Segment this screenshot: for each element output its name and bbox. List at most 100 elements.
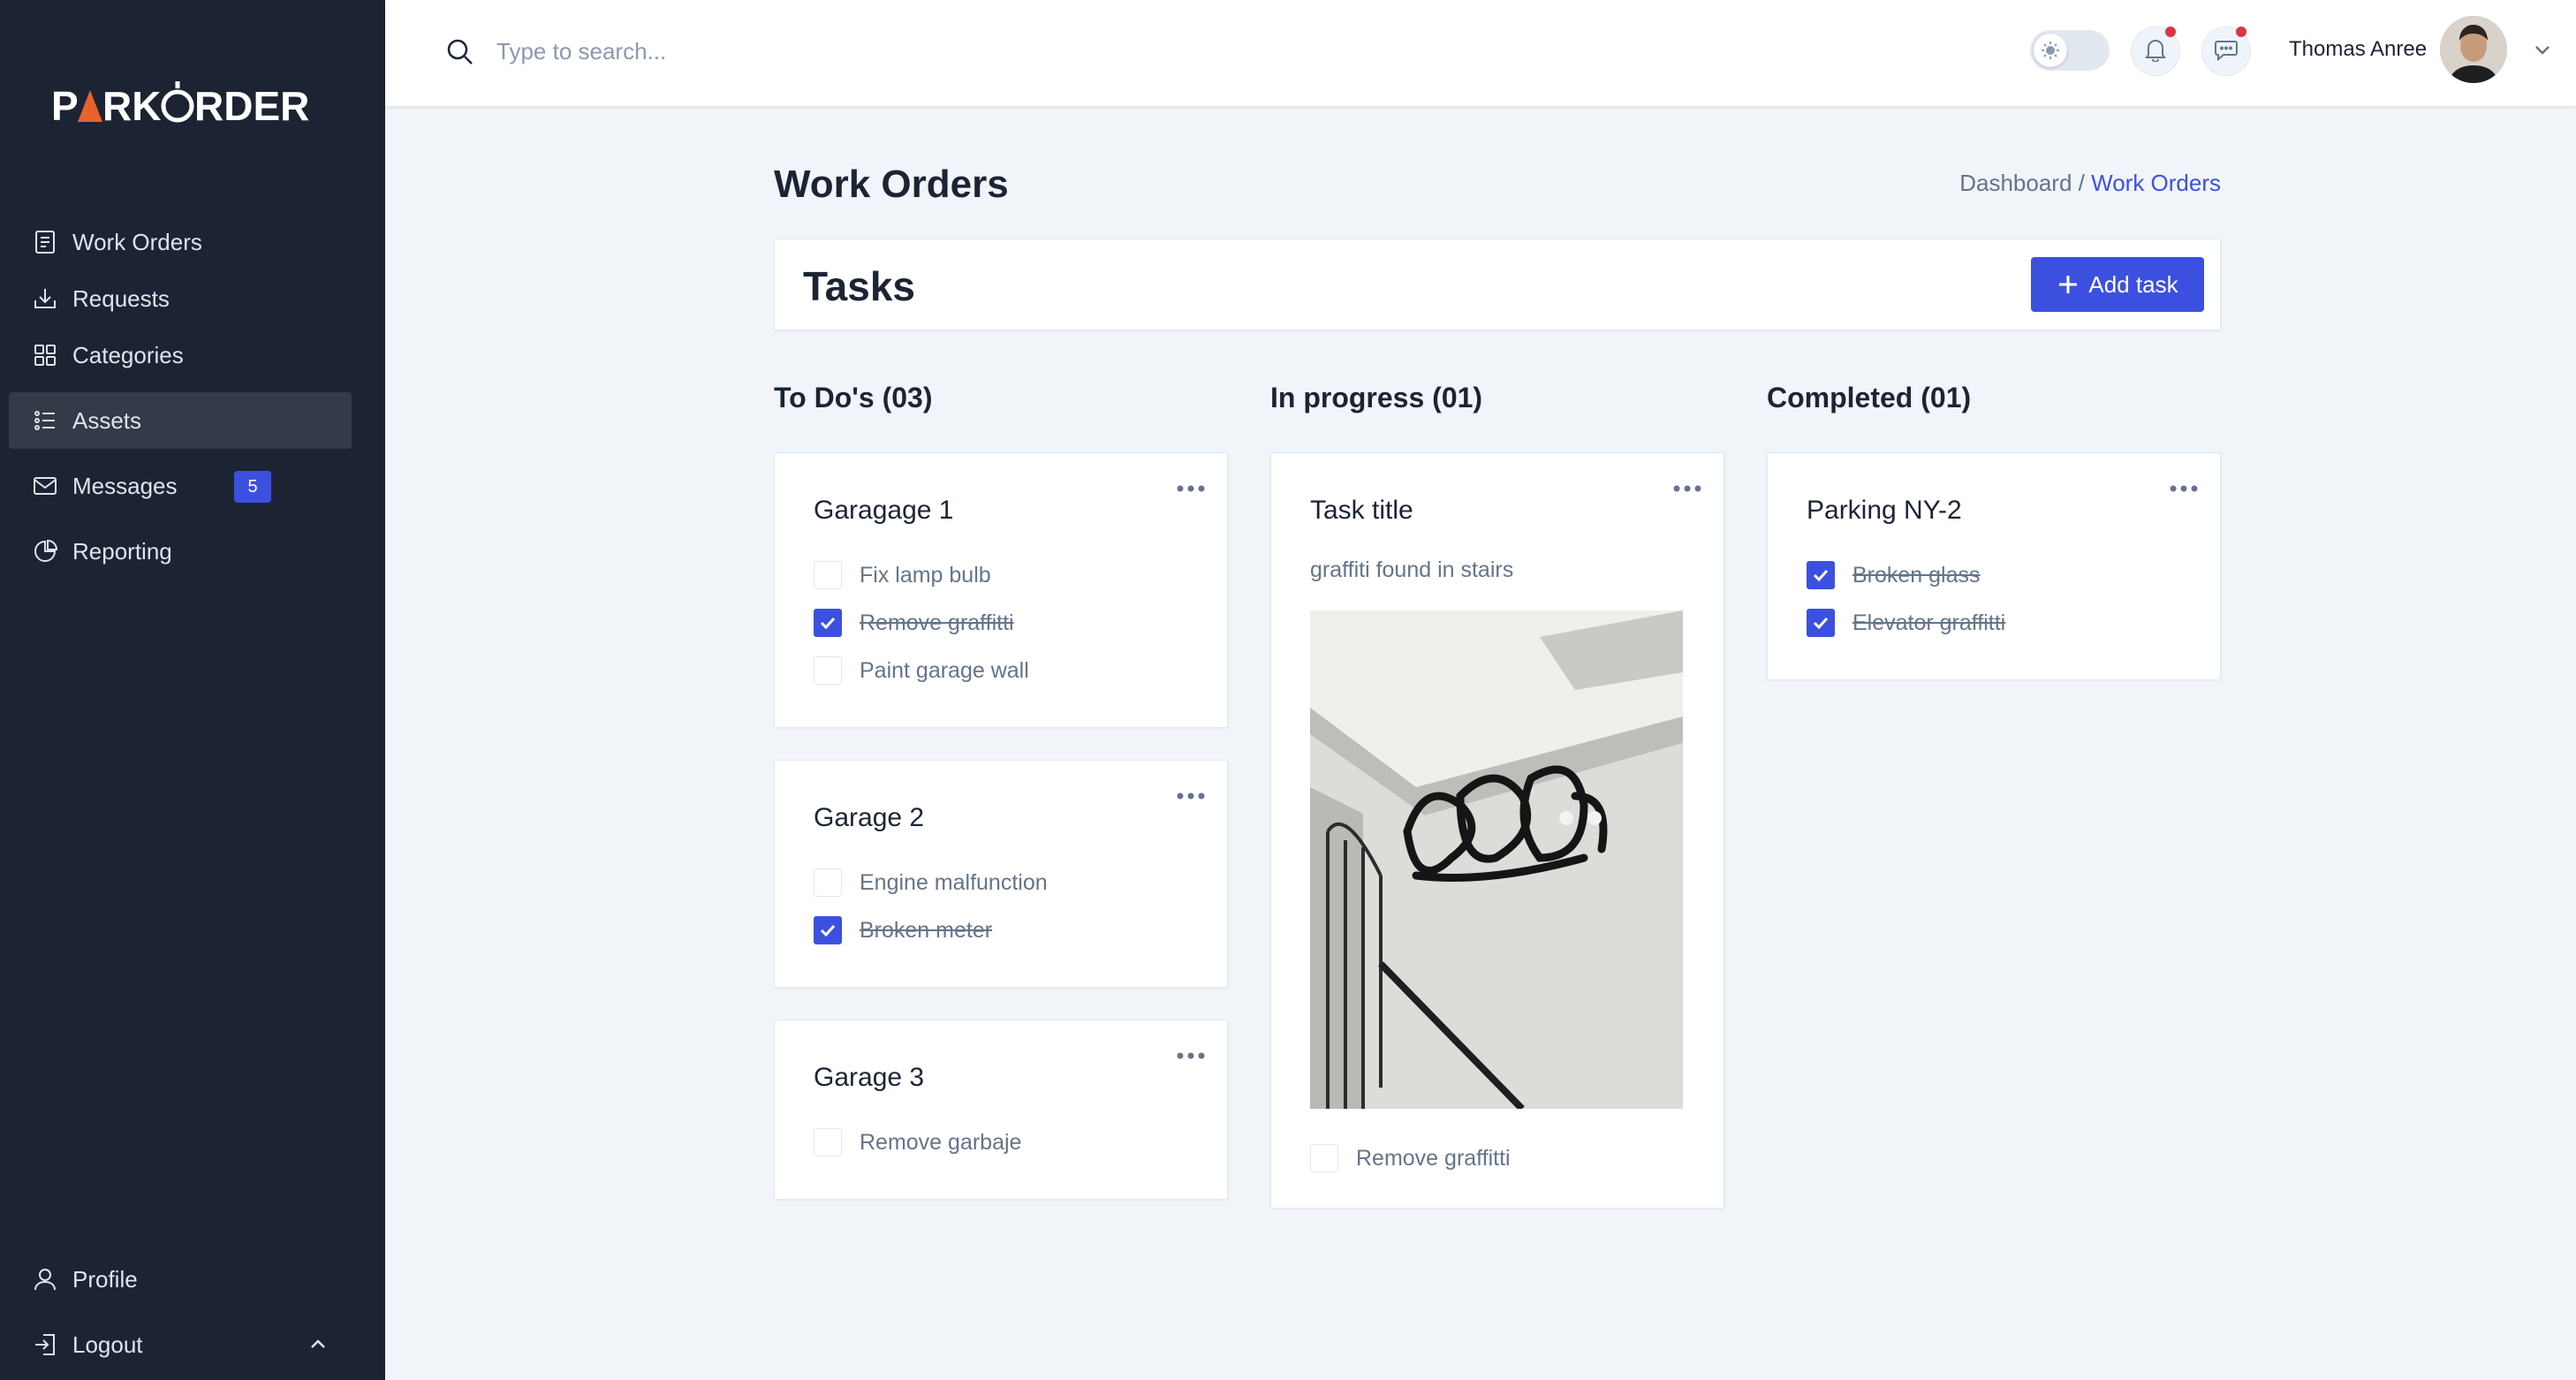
more-options-icon[interactable] [2169,483,2199,494]
bell-icon [2144,37,2167,66]
checklist-item-label: Engine malfunction [860,869,1048,895]
inbox-download-icon [32,285,58,312]
sidebar-item-label: Categories [72,341,184,368]
card-title: Garagage 1 [814,496,954,525]
checklist-item-label: Paint garage wall [860,657,1029,683]
more-options-icon[interactable] [1672,483,1702,494]
checklist-item-label: Remove garbaje [860,1129,1022,1155]
card-title: Parking NY-2 [1807,496,1962,525]
svg-text:P: P [51,83,80,129]
sidebar-item-requests[interactable]: Requests [9,270,352,327]
sidebar-item-logout[interactable]: Logout [9,1316,352,1373]
checklist-item: Remove garbaje [814,1128,1021,1156]
add-task-button[interactable]: Add task [2031,257,2204,312]
svg-text:RDER: RDER [194,83,309,129]
checkbox[interactable] [814,561,842,589]
checklist-item: Remove graffitti [814,609,1014,637]
plus-icon [2059,276,2078,293]
add-task-label: Add task [2088,270,2178,298]
sidebar-item-label: Logout [72,1331,143,1358]
sidebar: P RK RDER Work Orders Requests Categorie… [0,0,385,1380]
parkorder-logo[interactable]: P RK RDER [51,78,316,131]
checklist-item: Broken glass [1807,561,1981,589]
messages-count-badge: 5 [234,471,271,503]
tasks-title: Tasks [803,263,916,309]
checkmark-icon [1813,569,1829,581]
more-options-icon[interactable] [1176,791,1206,801]
avatar[interactable] [2440,16,2507,83]
checkmark-icon [1813,617,1829,629]
message-dot [2236,27,2246,37]
top-header: Thomas Anree [385,0,2576,106]
more-options-icon[interactable] [1176,483,1206,494]
sidebar-nav: Work Orders Requests Categories Assets M… [9,214,352,580]
notifications-button[interactable] [2131,27,2180,76]
checklist-item: Elevator graffitti [1807,609,2005,637]
pie-chart-icon [32,538,58,565]
messages-button[interactable] [2201,27,2251,76]
sidebar-item-label: Profile [72,1265,138,1293]
card-title: Task title [1310,496,1413,525]
checklist-item-label: Broken meter [860,917,993,943]
column-title-todo: To Do's (03) [774,382,933,413]
sidebar-item-label: Work Orders [72,228,202,255]
breadcrumb-current: Work Orders [2091,170,2221,196]
card-title: Garage 2 [814,803,925,832]
task-card[interactable]: Garagage 1 Fix lamp bulb Remove graffitt… [774,452,1228,728]
sidebar-item-profile[interactable]: Profile [9,1251,352,1308]
checklist-item-label: Fix lamp bulb [860,562,991,588]
checklist-item: Broken meter [814,916,992,944]
checkbox[interactable] [1310,1144,1338,1172]
user-name[interactable]: Thomas Anree [2289,37,2427,62]
card-title: Garage 3 [814,1063,925,1092]
search-icon[interactable] [445,37,475,67]
checklist-item-label: Remove graffitti [860,610,1014,635]
checklist-item-label: Remove graffitti [1356,1145,1511,1171]
checklist-item-label: Broken glass [1852,562,1981,588]
list-icon [32,407,58,434]
checkbox[interactable] [814,609,842,637]
page-title: Work Orders [774,163,1009,206]
breadcrumb: Dashboard / Work Orders [1959,170,2221,197]
checkbox[interactable] [814,1128,842,1156]
checkbox[interactable] [1807,609,1835,637]
tasks-header-bar: Tasks Add task [774,239,2221,330]
grid-icon [32,342,58,368]
checkbox[interactable] [814,868,842,897]
checklist-item: Paint garage wall [814,656,1029,685]
sidebar-item-label: Assets [72,406,142,434]
sidebar-item-assets[interactable]: Assets [9,392,352,449]
sidebar-item-work-orders[interactable]: Work Orders [9,214,352,270]
logout-icon [32,1331,58,1358]
notification-dot [2165,27,2176,37]
stairwell-graffiti-photo [1310,610,1683,1109]
sidebar-item-categories[interactable]: Categories [9,327,352,383]
document-icon [32,229,58,255]
breadcrumb-dashboard-link[interactable]: Dashboard / [1959,170,2085,196]
column-title-in-progress: In progress (01) [1270,382,1483,413]
sidebar-item-messages[interactable]: Messages 5 [9,458,352,514]
dark-mode-toggle[interactable] [2030,30,2110,71]
task-card[interactable]: Garage 2 Engine malfunction Broken meter [774,760,1228,988]
task-card[interactable]: Task title graffiti found in stairs Remo… [1270,452,1724,1209]
chat-bubble-icon [2214,38,2239,65]
more-options-icon[interactable] [1176,1050,1206,1061]
task-card[interactable]: Parking NY-2 Broken glass Elevator graff… [1767,452,2221,680]
checkbox[interactable] [814,656,842,685]
sidebar-item-reporting[interactable]: Reporting [9,523,352,580]
sidebar-bottom-nav: Profile Logout [9,1251,352,1373]
search-input[interactable] [496,32,1027,71]
checkbox[interactable] [814,916,842,944]
checklist-item: Fix lamp bulb [814,561,991,589]
task-card[interactable]: Garage 3 Remove garbaje [774,1020,1228,1200]
column-title-completed: Completed (01) [1767,382,1972,413]
checkmark-icon [820,617,836,629]
checkbox[interactable] [1807,561,1835,589]
sidebar-item-label: Requests [72,284,170,312]
chevron-up-icon[interactable] [306,1332,330,1363]
sun-icon [2034,34,2067,67]
chevron-down-icon[interactable] [2530,37,2555,62]
sidebar-item-label: Messages [72,472,178,499]
checklist-item: Remove graffitti [1310,1144,1511,1172]
card-description: graffiti found in stairs [1310,557,1514,582]
